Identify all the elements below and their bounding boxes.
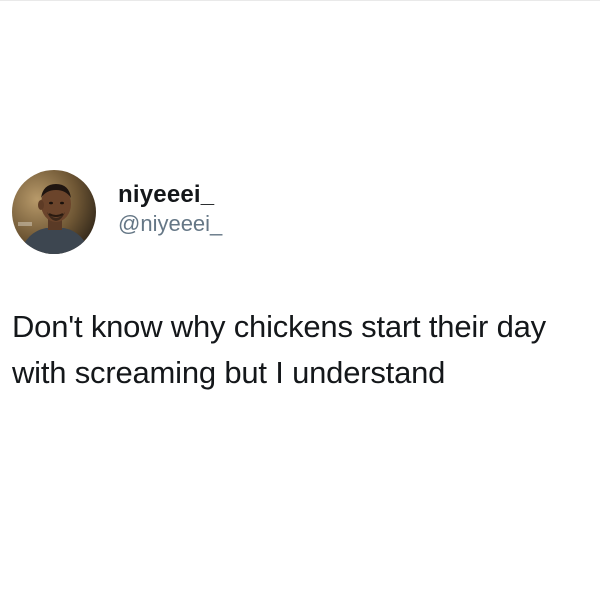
tweet-screenshot: niyeeei_ @niyeeei_ Don't know why chicke… (0, 0, 600, 600)
avatar[interactable] (12, 170, 96, 254)
user-handle[interactable]: @niyeeei_ (118, 210, 222, 238)
tweet-header: niyeeei_ @niyeeei_ (12, 166, 582, 258)
author-info: niyeeei_ @niyeeei_ (118, 180, 222, 238)
tweet-text: Don't know why chickens start their day … (12, 309, 546, 390)
avatar-photo (12, 170, 96, 254)
display-name[interactable]: niyeeei_ (118, 180, 222, 210)
tweet-card: niyeeei_ @niyeeei_ Don't know why chicke… (12, 166, 582, 396)
top-divider (0, 0, 600, 1)
